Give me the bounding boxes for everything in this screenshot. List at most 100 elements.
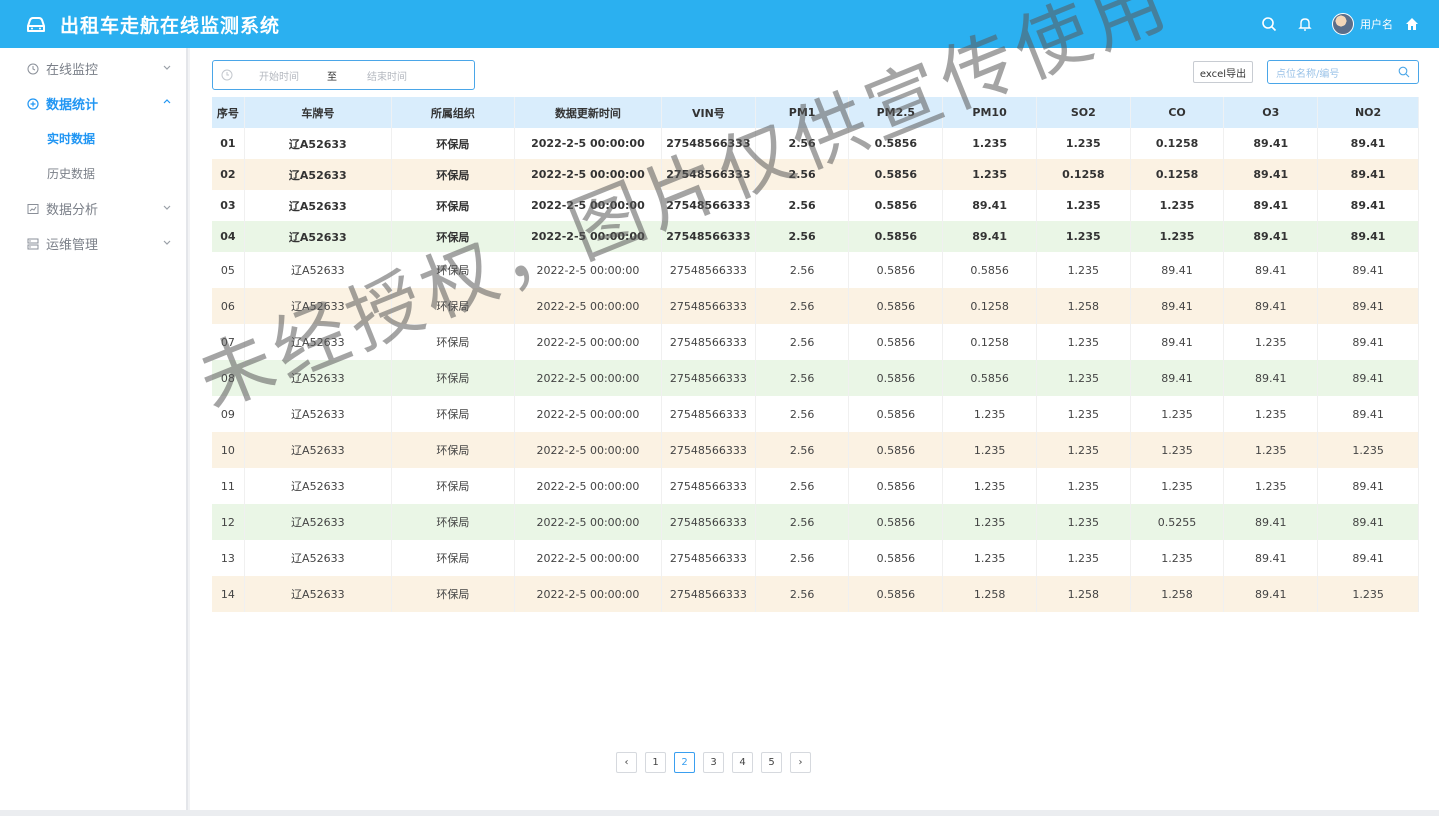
page-button[interactable]: 5: [761, 752, 782, 773]
table-row[interactable]: 06 辽A52633 环保局 2022-2-5 00:00:00 27548566333…: [212, 288, 1419, 324]
table-cell: 27548566333: [661, 396, 756, 432]
bell-icon[interactable]: [1296, 15, 1314, 33]
table-cell: 89.41: [1130, 324, 1225, 360]
table-cell: 27548566333: [661, 324, 756, 360]
table-row[interactable]: 05 辽A52633 环保局 2022-2-5 00:00:00 27548566333…: [212, 252, 1419, 288]
table-cell: 1.235: [1317, 432, 1419, 468]
table-cell: 辽A52633: [244, 360, 392, 396]
start-time-field[interactable]: 开始时间: [259, 68, 299, 83]
table-row[interactable]: 09 辽A52633 环保局 2022-2-5 00:00:00 27548566333…: [212, 396, 1419, 432]
table-cell: 89.41: [1317, 468, 1419, 504]
table-cell: 辽A52633: [244, 252, 392, 288]
excel-export-button[interactable]: excel导出: [1193, 61, 1253, 83]
main-content: 开始时间 至 结束时间 excel导出 点位名称/编号 序号 车牌号 所属组织 数据更…: [190, 48, 1439, 810]
table-cell: 14: [212, 576, 245, 612]
table-row[interactable]: 03 辽A52633 环保局 2022-2-5 00:00:00 27548566333…: [212, 190, 1419, 221]
table-cell: 89.41: [1317, 221, 1419, 252]
table-row[interactable]: 04 辽A52633 环保局 2022-2-5 00:00:00 27548566333…: [212, 221, 1419, 252]
search-icon[interactable]: [1260, 15, 1278, 33]
column-header: VIN号: [661, 97, 756, 128]
table-cell: 2.56: [755, 576, 850, 612]
table-cell: 27548566333: [661, 576, 756, 612]
table-cell: 环保局: [391, 360, 515, 396]
table-cell: 08: [212, 360, 245, 396]
column-header: PM10: [942, 97, 1037, 128]
table-cell: 0.5856: [848, 504, 944, 540]
table-cell: 1.258: [942, 576, 1037, 612]
sidebar-item-label: 数据统计: [46, 98, 99, 113]
table-cell: 环保局: [391, 221, 515, 252]
table-cell: 1.258: [1130, 576, 1225, 612]
table-cell: 2022-2-5 00:00:00: [514, 576, 663, 612]
table-cell: 辽A52633: [244, 540, 392, 576]
table-cell: 辽A52633: [244, 159, 392, 190]
sidebar: 在线监控 数据统计 实时数据 历史数据 数据分析 运维管理: [0, 48, 188, 810]
table-cell: 89.41: [1223, 190, 1319, 221]
prev-page-button[interactable]: ‹: [616, 752, 637, 773]
table-cell: 辽A52633: [244, 128, 392, 159]
table-cell: 1.235: [1036, 190, 1131, 221]
table-cell: 环保局: [391, 128, 515, 159]
table-cell: 2.56: [755, 468, 850, 504]
search-icon[interactable]: [1398, 66, 1410, 78]
table-row[interactable]: 14 辽A52633 环保局 2022-2-5 00:00:00 27548566333…: [212, 576, 1419, 612]
home-icon[interactable]: [1403, 15, 1421, 33]
table-cell: 1.235: [1317, 576, 1419, 612]
table-row[interactable]: 07 辽A52633 环保局 2022-2-5 00:00:00 27548566333…: [212, 324, 1419, 360]
table-cell: 0.5856: [848, 576, 944, 612]
table-cell: 1.235: [942, 128, 1037, 159]
sidebar-item-online-monitor[interactable]: 在线监控: [0, 51, 186, 86]
date-range-picker[interactable]: 开始时间 至 结束时间: [212, 60, 475, 90]
avatar[interactable]: [1332, 13, 1354, 35]
table-cell: 05: [212, 252, 245, 288]
search-input[interactable]: 点位名称/编号: [1267, 60, 1419, 84]
table-cell: 0.5255: [1130, 504, 1225, 540]
table-cell: 89.41: [942, 221, 1037, 252]
column-header: PM2.5: [848, 97, 944, 128]
table-row[interactable]: 08 辽A52633 环保局 2022-2-5 00:00:00 27548566333…: [212, 360, 1419, 396]
next-page-button[interactable]: ›: [790, 752, 811, 773]
table-row[interactable]: 12 辽A52633 环保局 2022-2-5 00:00:00 27548566333…: [212, 504, 1419, 540]
table-cell: 辽A52633: [244, 504, 392, 540]
table-row[interactable]: 10 辽A52633 环保局 2022-2-5 00:00:00 27548566333…: [212, 432, 1419, 468]
table-cell: 01: [212, 128, 245, 159]
sidebar-item-data-stats[interactable]: 数据统计: [0, 86, 186, 121]
table-row[interactable]: 11 辽A52633 环保局 2022-2-5 00:00:00 27548566333…: [212, 468, 1419, 504]
sidebar-subitem-history-data[interactable]: 历史数据: [0, 156, 186, 191]
table-cell: 03: [212, 190, 245, 221]
chart-icon: [26, 202, 40, 216]
table-cell: 89.41: [1223, 159, 1319, 190]
stats-icon: [26, 97, 40, 111]
column-header: 所属组织: [391, 97, 515, 128]
table-cell: 环保局: [391, 288, 515, 324]
sidebar-item-ops-management[interactable]: 运维管理: [0, 226, 186, 261]
end-time-field[interactable]: 结束时间: [367, 68, 407, 83]
page-button[interactable]: 1: [645, 752, 666, 773]
sidebar-item-data-analysis[interactable]: 数据分析: [0, 191, 186, 226]
table-cell: 2.56: [755, 159, 850, 190]
table-row[interactable]: 13 辽A52633 环保局 2022-2-5 00:00:00 27548566333…: [212, 540, 1419, 576]
page-button-current[interactable]: 2: [674, 752, 695, 773]
table-cell: 1.235: [1223, 468, 1319, 504]
table-cell: 0.1258: [1036, 159, 1131, 190]
table-row[interactable]: 01 辽A52633 环保局 2022-2-5 00:00:00 27548566333…: [212, 128, 1419, 159]
table-cell: 89.41: [1223, 360, 1319, 396]
table-cell: 89.41: [1317, 324, 1419, 360]
table-cell: 89.41: [1223, 221, 1319, 252]
sidebar-subitem-realtime-data[interactable]: 实时数据: [0, 121, 186, 156]
table-cell: 2022-2-5 00:00:00: [514, 504, 663, 540]
table-cell: 89.41: [1223, 128, 1319, 159]
table-cell: 环保局: [391, 324, 515, 360]
table-cell: 2022-2-5 00:00:00: [514, 360, 663, 396]
column-header: NO2: [1317, 97, 1419, 128]
column-header: 数据更新时间: [514, 97, 663, 128]
page-button[interactable]: 3: [703, 752, 724, 773]
table-row[interactable]: 02 辽A52633 环保局 2022-2-5 00:00:00 27548566333…: [212, 159, 1419, 190]
username[interactable]: 用户名: [1360, 16, 1393, 32]
table-cell: 89.41: [942, 190, 1037, 221]
table-cell: 0.5856: [848, 159, 944, 190]
page-button[interactable]: 4: [732, 752, 753, 773]
table-cell: 环保局: [391, 540, 515, 576]
table-cell: 27548566333: [661, 159, 756, 190]
table-cell: 1.235: [1130, 396, 1225, 432]
